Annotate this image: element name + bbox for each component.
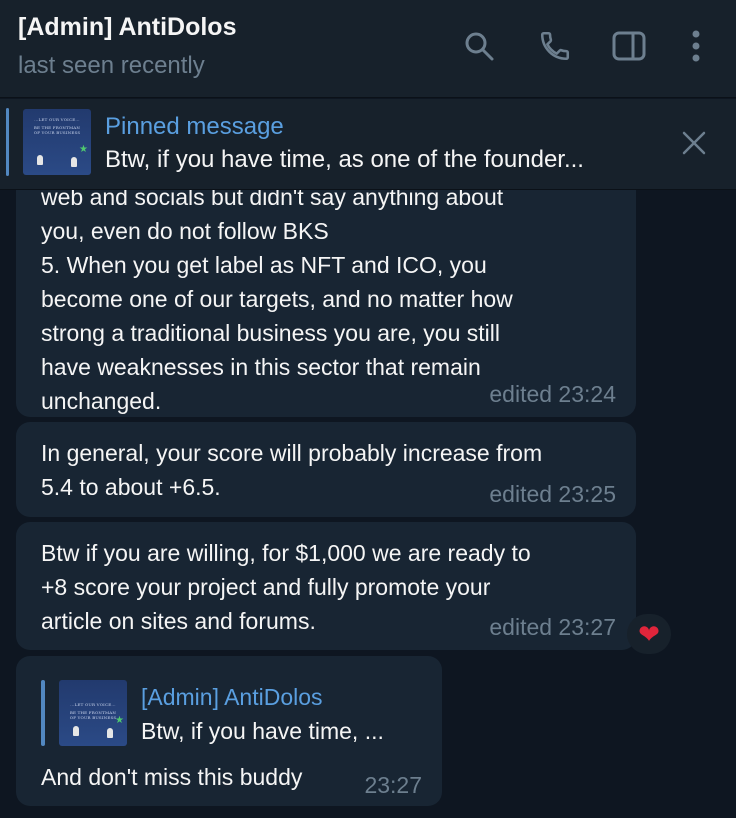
reply-preview[interactable]: ...LET OUR VOICE... BE THE FRONTMAN OF Y…	[41, 678, 421, 748]
heart-icon: ❤	[638, 619, 660, 649]
message-timestamp: 23:27	[364, 772, 422, 798]
message-line: you, even do not follow BKS	[41, 218, 329, 244]
message-line: unchanged.	[41, 388, 162, 414]
figure-icon	[107, 728, 113, 738]
message-line: have weaknesses in this sector that rema…	[41, 354, 481, 380]
message-line: +8 score your project and fully promote …	[41, 574, 491, 600]
message-timestamp: edited 23:24	[489, 381, 616, 407]
message-timestamp: edited 23:25	[489, 481, 616, 507]
sidebar-toggle-icon[interactable]	[609, 26, 649, 66]
message-bubble[interactable]: web and socials but didn't say anything …	[16, 160, 636, 417]
message-line: Btw if you are willing, for $1,000 we ar…	[41, 540, 531, 566]
message-bubble[interactable]: ...LET OUR VOICE... BE THE FRONTMAN OF Y…	[16, 656, 442, 806]
message-line: 5. When you get label as NFT and ICO, yo…	[41, 252, 487, 278]
thumbnail-text: OF YOUR BUSINESS	[33, 130, 81, 135]
message-text: web and socials but didn't say anything …	[41, 180, 513, 418]
chat-title[interactable]: [Admin] AntiDolos	[18, 13, 236, 42]
message-line: strong a traditional business you are, y…	[41, 320, 500, 346]
chat-header: [Admin] AntiDolos last seen recently	[0, 0, 736, 98]
reply-text: Btw, if you have time, ...	[141, 718, 384, 744]
figure-icon	[73, 726, 79, 736]
message-text: And don't miss this buddy	[41, 764, 303, 790]
message-timestamp: edited 23:27	[489, 614, 616, 640]
star-icon: ★	[79, 144, 88, 155]
chat-status: last seen recently	[18, 52, 205, 79]
search-icon[interactable]	[459, 26, 499, 66]
pinned-title: Pinned message	[105, 113, 284, 140]
figure-icon	[37, 155, 43, 165]
reply-thumbnail: ...LET OUR VOICE... BE THE FRONTMAN OF Y…	[59, 680, 127, 746]
message-bubble[interactable]: Btw if you are willing, for $1,000 we ar…	[16, 522, 636, 650]
pinned-accent-bar	[6, 108, 9, 176]
thumbnail-text: ...LET OUR VOICE...	[34, 117, 80, 122]
message-line: become one of our targets, and no matter…	[41, 286, 513, 312]
phone-icon[interactable]	[535, 26, 575, 66]
close-icon[interactable]	[678, 127, 710, 159]
reply-accent-bar	[41, 680, 45, 746]
more-vertical-icon[interactable]	[676, 26, 716, 66]
message-line: In general, your score will probably inc…	[41, 440, 543, 466]
pinned-text: Btw, if you have time, as one of the fou…	[105, 146, 584, 173]
pinned-thumbnail: ...LET OUR VOICE... BE THE FRONTMAN OF Y…	[23, 109, 91, 175]
reply-author: [Admin] AntiDolos	[141, 684, 323, 710]
figure-icon	[71, 157, 77, 167]
pinned-message-bar[interactable]: ...LET OUR VOICE... BE THE FRONTMAN OF Y…	[0, 99, 736, 190]
heart-reaction[interactable]: ❤	[627, 614, 671, 654]
star-icon: ★	[115, 715, 124, 726]
message-bubble[interactable]: In general, your score will probably inc…	[16, 422, 636, 517]
